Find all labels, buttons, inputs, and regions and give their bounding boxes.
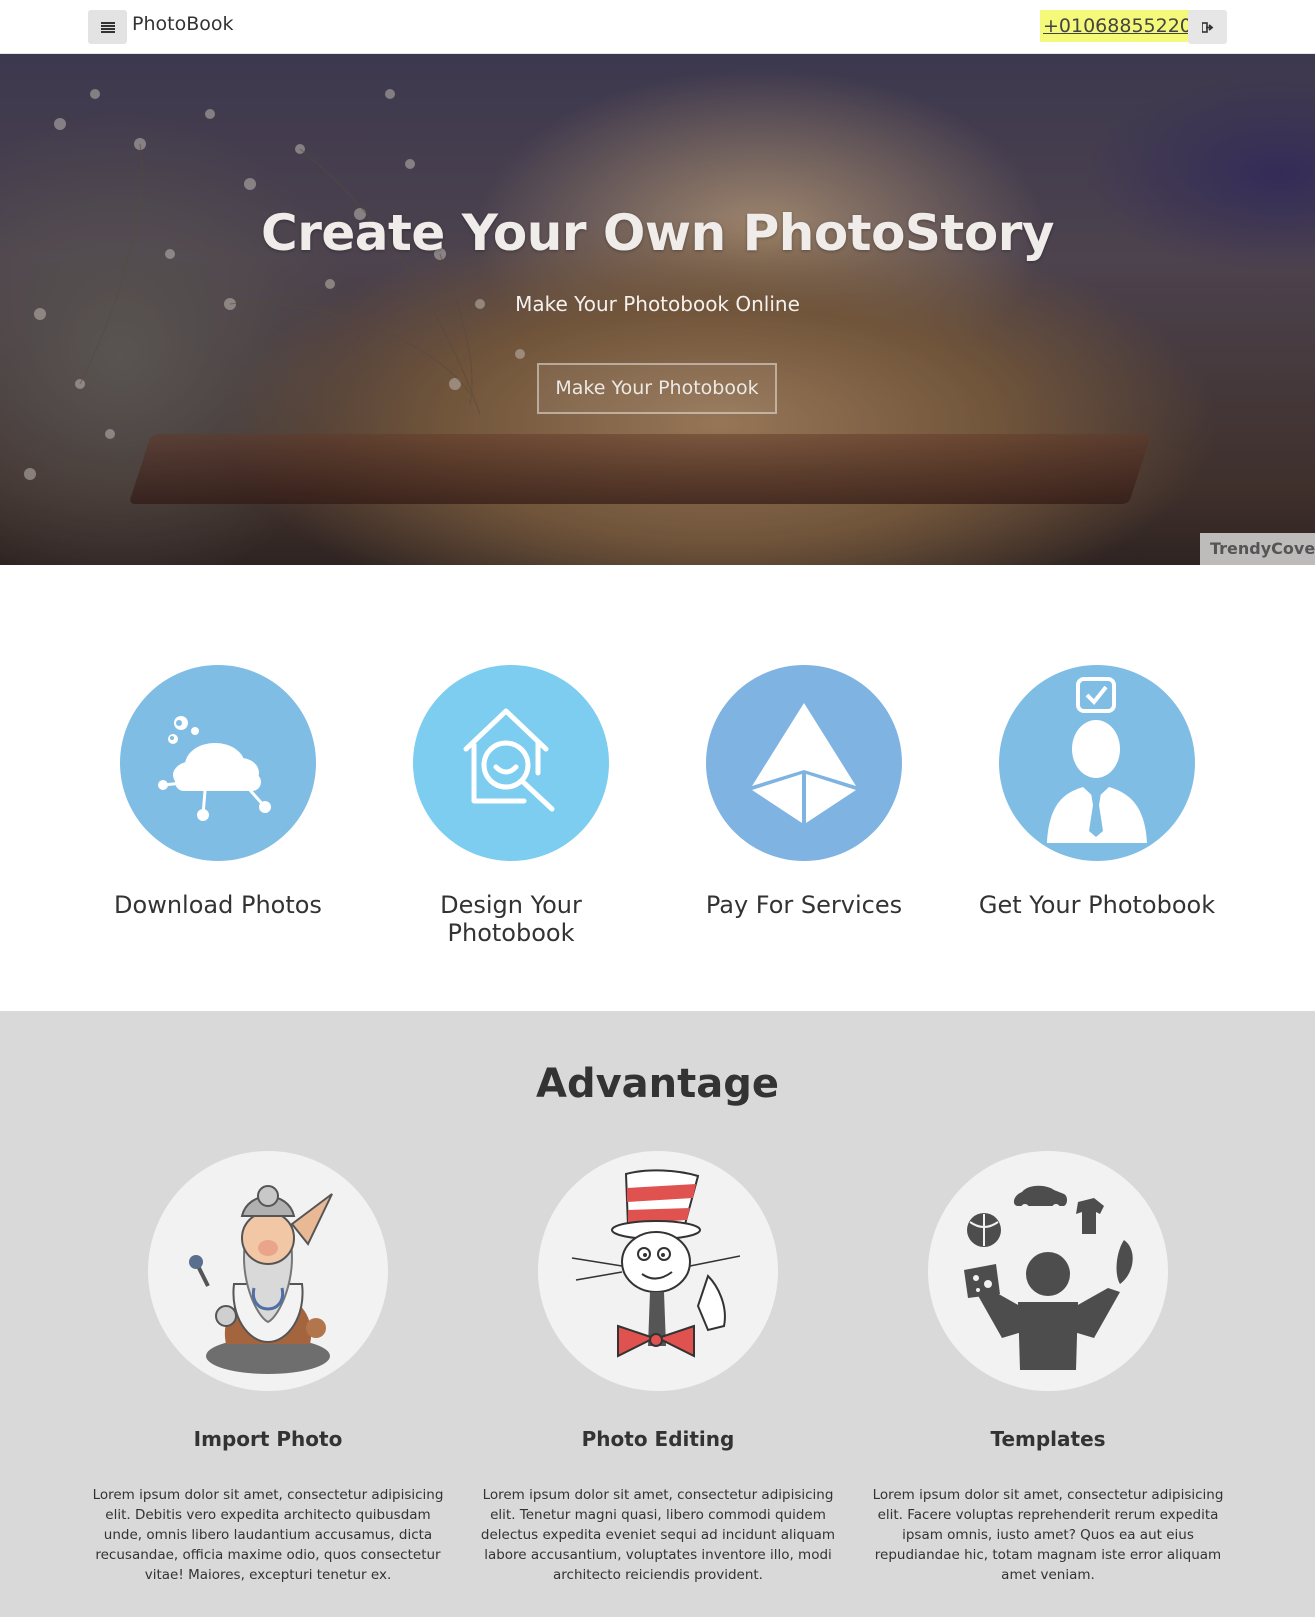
advantage-item-title: Photo Editing: [581, 1427, 735, 1451]
hero-subtitle: Make Your Photobook Online: [515, 292, 800, 316]
step-download-photos[interactable]: Download Photos: [88, 665, 348, 919]
cloud-network-icon: [158, 716, 271, 821]
pyramid-icon: [752, 703, 856, 823]
step-design-photobook[interactable]: Design Your Photobook: [381, 665, 641, 947]
gnome-doctor-illustration: [189, 1185, 333, 1374]
advantage-item-text: Lorem ipsum dolor sit amet, consectetur …: [872, 1487, 1224, 1583]
phone-link[interactable]: +01068855220: [1040, 10, 1199, 42]
advantage-templates: Templates Lorem ipsum dolor sit amet, co…: [863, 1151, 1233, 1585]
advantage-circle: [148, 1151, 388, 1391]
advantage-photo-editing: Photo Editing Lorem ipsum dolor sit amet…: [473, 1151, 843, 1585]
step-pay-services[interactable]: Pay For Services: [674, 665, 934, 919]
juggler-icon: [964, 1185, 1133, 1370]
navbar: PhotoBook +01068855220: [0, 0, 1315, 54]
advantage-circle: [928, 1151, 1168, 1391]
step-circle: [413, 665, 609, 861]
make-photobook-button[interactable]: Make Your Photobook: [537, 363, 777, 414]
house-search-icon: [463, 708, 555, 812]
hero-banner: Create Your Own PhotoStory Make Your Pho…: [0, 54, 1315, 565]
step-label: Download Photos: [114, 891, 322, 919]
advantage-item-text: Lorem ipsum dolor sit amet, consectetur …: [92, 1487, 444, 1583]
businessman-check-icon: [1047, 677, 1147, 843]
step-label: Design Your Photobook: [440, 891, 582, 947]
menu-toggle-button[interactable]: [88, 10, 127, 44]
cat-in-hat-illustration: [571, 1169, 741, 1358]
steps-section: Download Photos Design Your Photobook Pa…: [0, 565, 1315, 1011]
step-circle: [706, 665, 902, 861]
brand-logo[interactable]: PhotoBook: [132, 13, 234, 35]
advantage-item-title: Templates: [990, 1427, 1106, 1451]
advantage-section: Advantage Import Photo Lorem ipsum dolor…: [0, 1011, 1315, 1617]
advantage-title: Advantage: [535, 1061, 779, 1107]
logout-button[interactable]: [1188, 10, 1227, 44]
advantage-item-text: Lorem ipsum dolor sit amet, consectetur …: [480, 1487, 836, 1583]
step-get-photobook[interactable]: Get Your Photobook: [967, 665, 1227, 919]
advantage-circle: [538, 1151, 778, 1391]
advantage-item-title: Import Photo: [193, 1427, 343, 1451]
step-label: Get Your Photobook: [978, 891, 1216, 919]
advantage-import-photo: Import Photo Lorem ipsum dolor sit amet,…: [83, 1151, 453, 1585]
hamburger-icon: [100, 21, 115, 33]
step-label: Pay For Services: [705, 891, 903, 919]
watermark-text: TrendyCovers: [1200, 533, 1315, 565]
sign-out-icon: [1201, 21, 1213, 33]
step-circle: [120, 665, 316, 861]
step-circle: [999, 665, 1195, 861]
hero-title: Create Your Own PhotoStory: [261, 204, 1054, 262]
